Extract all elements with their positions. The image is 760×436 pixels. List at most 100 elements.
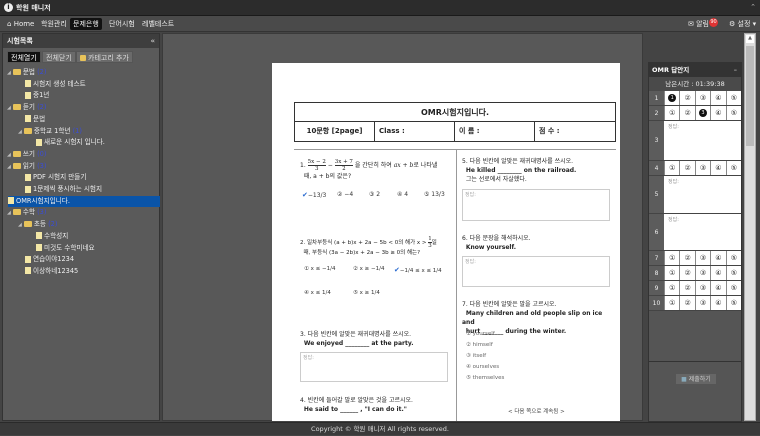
omr-choice[interactable]: ④ — [710, 91, 725, 105]
expand-arrow-icon[interactable]: ◢ — [18, 129, 22, 135]
omr-choice[interactable]: ② — [679, 106, 694, 120]
scrollbar[interactable]: ▲ — [744, 33, 756, 421]
omr-choice[interactable]: ② — [679, 266, 694, 280]
q7-option-4[interactable]: ④ ourselves — [466, 364, 499, 370]
omr-choice[interactable]: ① — [664, 281, 679, 295]
expand-all-button[interactable]: 전체열기 — [7, 51, 41, 63]
nav-level-test[interactable]: 레벨테스트 — [139, 18, 177, 30]
omr-text-answer[interactable]: 정답: — [664, 214, 683, 250]
omr-choice[interactable]: ④ — [710, 281, 725, 295]
nav-question-bank[interactable]: 문제은행 — [70, 18, 102, 30]
tree-item[interactable]: 새로운 시험지 입니다. — [36, 137, 105, 149]
tree-item[interactable]: ◢ 문법 (2) — [7, 67, 46, 79]
tree-item[interactable]: ◢ 초등 (2) — [18, 219, 57, 231]
omr-choice[interactable]: ③ — [694, 251, 710, 265]
tree-item[interactable]: 연습이야1234 — [25, 254, 74, 266]
omr-choice[interactable]: ⑤ — [725, 266, 741, 280]
notifications-button[interactable]: ✉ 알림90 — [685, 18, 721, 30]
omr-choice[interactable]: ① — [664, 161, 679, 175]
omr-choice[interactable]: ① — [664, 296, 679, 310]
omr-choice[interactable]: ② — [679, 251, 694, 265]
expand-arrow-icon[interactable]: ◢ — [7, 210, 11, 216]
omr-choice[interactable]: ① — [664, 266, 679, 280]
scroll-thumb[interactable] — [746, 46, 754, 146]
tree-item[interactable]: 시험지 생성 테스트 — [25, 79, 86, 91]
q1-option-3[interactable]: ③ 2 — [369, 191, 380, 198]
q7-option-5[interactable]: ⑤ themselves — [466, 375, 504, 381]
omr-choice[interactable]: ⑤ — [725, 91, 741, 105]
omr-choice[interactable]: ⑤ — [725, 251, 741, 265]
omr-choice[interactable]: ④ — [710, 161, 725, 175]
tree-item[interactable]: ◢ 듣기 (2) — [7, 102, 46, 114]
omr-choice[interactable]: ④ — [710, 251, 725, 265]
tree-item[interactable]: PDF 시험지 만들기 — [25, 172, 86, 184]
q1-option-5[interactable]: ⑤ 13/3 — [424, 191, 445, 198]
nav-academy[interactable]: 학원관리 — [38, 18, 70, 30]
tree-item-label: 듣기 — [22, 103, 35, 112]
expand-arrow-icon[interactable]: ◢ — [18, 222, 22, 228]
q1-option-4[interactable]: ④ 4 — [397, 191, 408, 198]
tree-item[interactable]: ◢ 쓰기 (0) — [7, 149, 46, 161]
q3-answer-input[interactable]: 정답: — [300, 352, 448, 382]
omr-choice[interactable]: 3 — [694, 106, 710, 120]
tree-item[interactable]: 이상하네12345 — [25, 266, 78, 278]
q2-option-4[interactable]: ④ x ≤ 1/4 — [304, 290, 331, 296]
scroll-up-icon[interactable]: ▲ — [746, 35, 754, 43]
expand-arrow-icon[interactable]: ◢ — [7, 105, 11, 111]
omr-choice[interactable]: ③ — [694, 266, 710, 280]
q2-option-3[interactable]: ✔−1/4 ≤ x ≤ 1/4 — [394, 266, 442, 274]
tree-item[interactable]: 수학성지 — [36, 231, 68, 243]
tree-item[interactable]: 미것도 수학미네요 — [36, 243, 95, 255]
omr-choice[interactable]: ⑤ — [725, 106, 741, 120]
tree-item[interactable]: ◢ 수학 (3) — [7, 207, 46, 219]
omr-choice[interactable]: ① — [664, 106, 679, 120]
omr-text-answer[interactable]: 정답: — [664, 176, 683, 213]
omr-choice[interactable]: ④ — [710, 106, 725, 120]
expand-arrow-icon[interactable]: ◢ — [7, 70, 11, 76]
omr-choice[interactable]: ③ — [694, 296, 710, 310]
nav-home[interactable]: ⌂ Home — [4, 18, 37, 30]
q7-option-2[interactable]: ② himself — [466, 342, 493, 348]
omr-choice[interactable]: ④ — [710, 266, 725, 280]
tree-item[interactable]: ◢ 중학교 1학년 (1) — [18, 126, 82, 138]
nav-word-test[interactable]: 단어시험 — [106, 18, 138, 30]
tree-item[interactable]: OMR시험지입니다. — [8, 195, 160, 208]
omr-text-answer[interactable]: 정답: — [664, 121, 683, 160]
omr-choice[interactable]: ③ — [694, 91, 710, 105]
tree-item[interactable]: 문법 — [25, 114, 45, 126]
q2-option-2[interactable]: ② x ≥ −1/4 — [353, 266, 385, 272]
submit-button[interactable]: ■ 제출하기 — [675, 373, 717, 385]
omr-choice[interactable]: ③ — [694, 161, 710, 175]
collapse-icon[interactable]: « — [150, 34, 155, 48]
omr-choice[interactable]: ④ — [710, 296, 725, 310]
omr-choice[interactable]: ① — [664, 251, 679, 265]
minimize-icon[interactable]: – — [734, 63, 737, 77]
q7-option-3[interactable]: ③ itself — [466, 353, 486, 359]
expand-arrow-icon[interactable]: ◢ — [7, 152, 11, 158]
q7-option-1[interactable]: ① yourself — [466, 331, 495, 337]
q1-option-1[interactable]: ✔−13/3 — [302, 191, 326, 199]
omr-choice[interactable]: ② — [679, 91, 694, 105]
omr-choice[interactable]: 1 — [664, 91, 679, 105]
q2-option-1[interactable]: ① x ≤ −1/4 — [304, 266, 336, 272]
q2-option-5[interactable]: ⑤ x ≥ 1/4 — [353, 290, 380, 296]
tree-item[interactable]: 중1년 — [25, 90, 49, 102]
settings-button[interactable]: ⚙ 설정 ▾ — [726, 18, 759, 30]
q6-answer-input[interactable]: 정답: — [462, 256, 610, 287]
tree-item[interactable]: 1문제씩 풍시하는 시험지 — [25, 184, 102, 196]
expand-arrow-icon[interactable]: ◢ — [7, 164, 11, 170]
omr-choice[interactable]: ② — [679, 161, 694, 175]
omr-choice[interactable]: ⑤ — [725, 161, 741, 175]
omr-choice[interactable]: ⑤ — [725, 281, 741, 295]
tree-item[interactable]: ◢ 읽기 (3) — [7, 161, 46, 173]
chevron-up-icon[interactable]: ⌃ — [750, 3, 756, 11]
collapse-all-button[interactable]: 전체닫기 — [42, 51, 76, 63]
omr-choice[interactable]: ② — [679, 296, 694, 310]
omr-choice[interactable]: ③ — [694, 281, 710, 295]
tree-item-label: 새로운 시험지 입니다. — [44, 138, 105, 147]
q5-answer-input[interactable]: 정답: — [462, 189, 610, 221]
add-category-button[interactable]: 카테고리 추가 — [76, 51, 133, 63]
q1-option-2[interactable]: ② −4 — [337, 191, 353, 198]
omr-choice[interactable]: ⑤ — [725, 296, 741, 310]
omr-choice[interactable]: ② — [679, 281, 694, 295]
